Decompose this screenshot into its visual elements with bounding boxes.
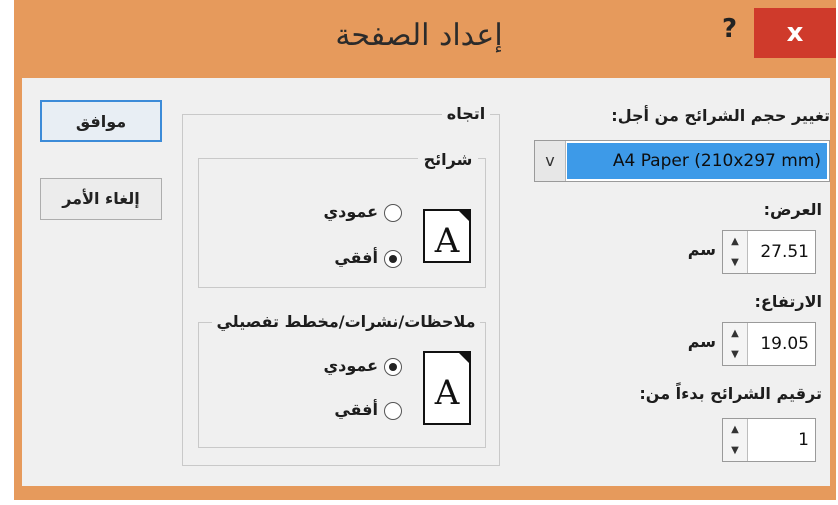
height-spinner[interactable]: ▲ ▼ 19.05	[722, 322, 816, 366]
notes-page-letter: A	[434, 373, 460, 413]
notes-label: ملاحظات/نشرات/مخطط تفصيلي	[212, 312, 480, 331]
height-label: الارتفاع:	[754, 292, 822, 311]
notes-page-icon: A	[423, 351, 471, 425]
ok-button[interactable]: موافق	[40, 100, 162, 142]
close-button[interactable]: x	[754, 8, 836, 58]
page-letter: A	[434, 221, 460, 261]
notes-landscape-radio[interactable]	[384, 402, 402, 420]
slide-size-value: A4 Paper (210x297 mm)	[567, 143, 827, 179]
slides-page-icon: A	[423, 209, 471, 263]
height-unit: سم	[687, 332, 716, 351]
spin-up-icon[interactable]: ▲	[723, 323, 747, 344]
help-button[interactable]: ?	[722, 14, 737, 44]
height-value[interactable]: 19.05	[749, 323, 809, 365]
width-value[interactable]: 27.51	[749, 231, 809, 273]
numbering-label: ترقيم الشرائح بدءاً من:	[639, 384, 822, 403]
spin-up-icon[interactable]: ▲	[723, 419, 747, 440]
page-setup-dialog: إعداد الصفحة ? x موافق إلغاء الأمر اتجاه…	[14, 0, 836, 500]
width-unit: سم	[687, 240, 716, 259]
numbering-value[interactable]: 1	[749, 419, 809, 461]
width-label: العرض:	[763, 200, 822, 219]
slide-size-select[interactable]: v A4 Paper (210x297 mm)	[534, 140, 830, 182]
slides-portrait-radio[interactable]	[384, 204, 402, 222]
cancel-button[interactable]: إلغاء الأمر	[40, 178, 162, 220]
spin-down-icon[interactable]: ▼	[723, 252, 747, 273]
spin-down-icon[interactable]: ▼	[723, 344, 747, 365]
orientation-label: اتجاه	[442, 104, 490, 123]
slides-label: شرائح	[418, 150, 478, 169]
chevron-down-icon[interactable]: v	[535, 141, 566, 181]
slides-landscape-radio[interactable]	[384, 250, 402, 268]
dialog-title: إعداد الصفحة	[335, 18, 503, 53]
slides-portrait-label: عمودي	[323, 202, 378, 221]
title-bar: إعداد الصفحة ? x	[14, 0, 836, 78]
width-spinner[interactable]: ▲ ▼ 27.51	[722, 230, 816, 274]
spin-down-icon[interactable]: ▼	[723, 440, 747, 461]
notes-portrait-radio[interactable]	[384, 358, 402, 376]
slides-landscape-label: أفقي	[334, 248, 378, 267]
notes-landscape-label: أفقي	[334, 400, 378, 419]
spin-up-icon[interactable]: ▲	[723, 231, 747, 252]
numbering-spinner[interactable]: ▲ ▼ 1	[722, 418, 816, 462]
slide-size-label: تغيير حجم الشرائح من أجل:	[611, 106, 830, 125]
notes-portrait-label: عمودي	[323, 356, 378, 375]
dialog-body: موافق إلغاء الأمر اتجاه شرائح A عمودي أف…	[22, 78, 830, 486]
